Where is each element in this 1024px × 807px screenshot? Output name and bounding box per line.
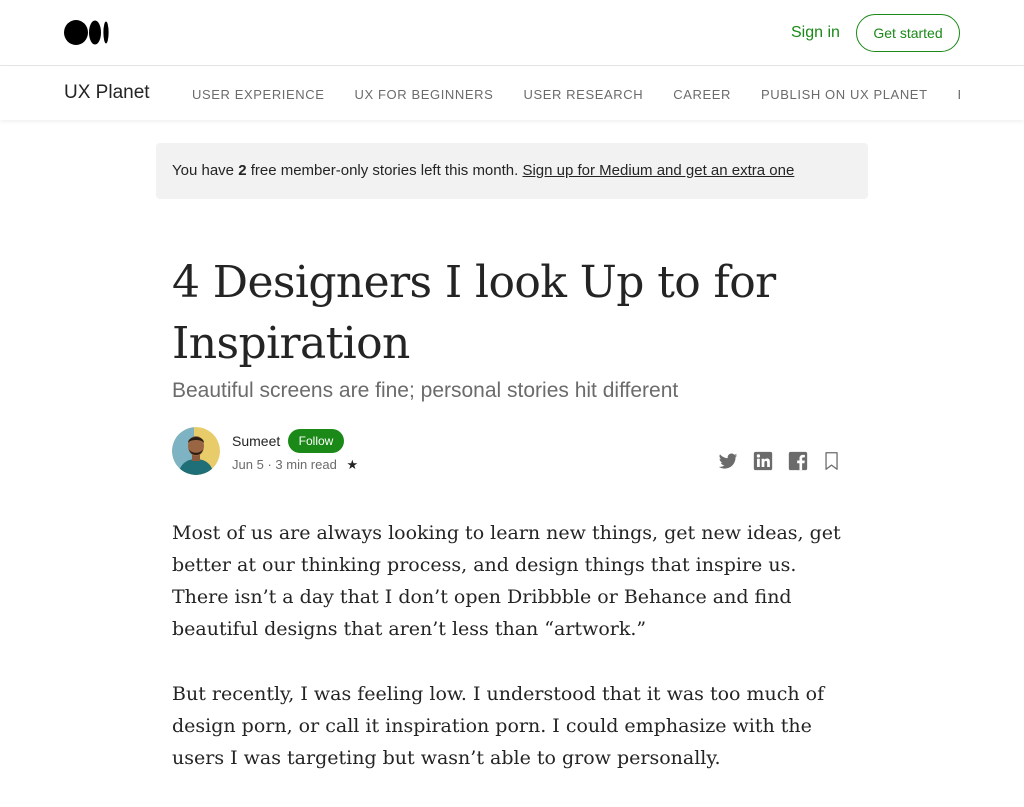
nav-item-publish[interactable]: PUBLISH ON UX PLANET — [761, 87, 928, 102]
article-paragraph: Most of us are always looking to learn n… — [172, 522, 841, 640]
banner-prefix: You have — [172, 162, 239, 179]
avatar-image — [172, 427, 220, 475]
nav-item-user-research[interactable]: USER RESEARCH — [523, 87, 643, 102]
author-avatar[interactable] — [172, 427, 220, 475]
nav-item-career[interactable]: CAREER — [673, 87, 731, 102]
facebook-icon[interactable] — [787, 450, 809, 472]
signup-link[interactable]: Sign up for Medium and get an extra one — [522, 162, 794, 179]
star-icon: ★ — [346, 457, 359, 472]
sign-in-link[interactable]: Sign in — [791, 24, 840, 42]
nav-item-ux-for-beginners[interactable]: UX FOR BEGINNERS — [355, 87, 494, 102]
banner-text: You have 2 free member-only stories left… — [172, 162, 794, 179]
member-banner: You have 2 free member-only stories left… — [156, 143, 868, 199]
medium-logo-icon[interactable] — [64, 20, 110, 45]
author-name[interactable]: Sumeet — [232, 433, 280, 449]
linkedin-icon[interactable] — [752, 450, 774, 472]
article-meta: Jun 5 · 3 min read ★ — [232, 457, 358, 473]
publication-bar: UX Planet USER EXPERIENCE UX FOR BEGINNER… — [0, 66, 1024, 120]
article-title: 4 Designers I look Up to for Inspiration — [172, 257, 776, 369]
publish-date: Jun 5 — [232, 457, 264, 472]
article-body: Most of us are always looking to learn n… — [172, 517, 852, 807]
get-started-button[interactable]: Get started — [856, 14, 960, 52]
banner-count: 2 — [238, 162, 247, 179]
top-bar: Sign in Get started — [0, 0, 1024, 66]
publication-name[interactable]: UX Planet — [64, 82, 150, 104]
meta-separator: · — [267, 457, 272, 472]
follow-button[interactable]: Follow — [288, 429, 344, 453]
twitter-icon[interactable] — [717, 450, 739, 472]
article-paragraph: But recently, I was feeling low. I under… — [172, 683, 825, 769]
nav-item-es[interactable]: ES — [958, 87, 960, 102]
article-subtitle: Beautiful screens are fine; personal sto… — [172, 379, 679, 402]
bookmark-icon[interactable] — [821, 450, 843, 472]
nav-item-user-experience[interactable]: USER EXPERIENCE — [192, 87, 325, 102]
banner-suffix: free member-only stories left this month… — [246, 162, 523, 179]
publication-nav: USER EXPERIENCE UX FOR BEGINNERS USER RESE… — [192, 86, 960, 106]
read-time: 3 min read — [275, 457, 337, 472]
